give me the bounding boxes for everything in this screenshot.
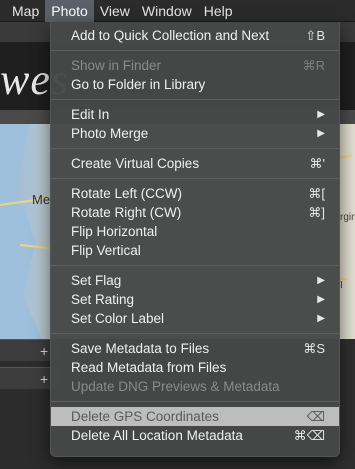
menu-item-flip-vertical[interactable]: Flip Vertical	[51, 241, 339, 260]
plus-icon[interactable]: +	[40, 340, 48, 362]
menu-separator	[51, 333, 339, 334]
menu-item-label: Set Flag	[71, 273, 122, 288]
menu-item-update-dng-previews: Update DNG Previews & Metadata	[51, 377, 339, 396]
submenu-arrow-icon: ▶	[317, 294, 325, 305]
menu-item-label: Edit In	[71, 107, 110, 122]
menu-item-save-metadata-to-files[interactable]: Save Metadata to Files ⌘S	[51, 339, 339, 358]
submenu-arrow-icon: ▶	[317, 109, 325, 120]
menu-item-delete-all-location-metadata[interactable]: Delete All Location Metadata ⌘⌫	[51, 426, 339, 445]
map-place-label: rgin	[340, 212, 355, 223]
menu-item-rotate-right[interactable]: Rotate Right (CW) ⌘]	[51, 203, 339, 222]
shortcut-label: ⌘R	[302, 58, 325, 73]
plus-icon[interactable]: +	[40, 368, 48, 390]
menu-item-label: Photo Merge	[71, 126, 149, 141]
photo-menu: Add to Quick Collection and Next ⇧B Show…	[50, 22, 340, 457]
menu-item-set-flag[interactable]: Set Flag ▶	[51, 271, 339, 290]
menubar-map[interactable]: Map	[0, 0, 45, 22]
menu-item-label: Save Metadata to Files	[71, 341, 210, 356]
menu-item-label: Read Metadata from Files	[71, 360, 227, 375]
menu-item-add-to-quick-collection-and-next[interactable]: Add to Quick Collection and Next ⇧B	[51, 26, 339, 45]
delete-key-icon: ⌫	[306, 409, 325, 424]
menu-bar: Map Photo View Window Help	[0, 0, 355, 22]
shortcut-label: ⌘[	[308, 186, 325, 201]
menu-separator	[51, 50, 339, 51]
menu-separator	[51, 265, 339, 266]
menu-item-go-to-folder-in-library[interactable]: Go to Folder in Library	[51, 75, 339, 94]
menu-item-label: Show in Finder	[71, 58, 162, 73]
menu-item-label: Flip Vertical	[71, 243, 141, 258]
menu-item-photo-merge[interactable]: Photo Merge ▶	[51, 124, 339, 143]
menubar-help[interactable]: Help	[198, 0, 239, 22]
menu-separator	[51, 99, 339, 100]
menu-separator	[51, 178, 339, 179]
menu-item-label: Flip Horizontal	[71, 224, 158, 239]
map-place-label: Me	[32, 192, 51, 207]
shortcut-label: ⌘⌫	[293, 428, 325, 443]
map-place-label: I	[340, 280, 343, 291]
menu-item-show-in-finder: Show in Finder ⌘R	[51, 56, 339, 75]
menu-item-read-metadata-from-files[interactable]: Read Metadata from Files	[51, 358, 339, 377]
menubar-photo[interactable]: Photo	[45, 0, 94, 22]
menu-item-label: Rotate Left (CCW)	[71, 186, 183, 201]
menu-item-delete-gps-coordinates[interactable]: Delete GPS Coordinates ⌫	[51, 407, 339, 426]
menu-item-label: Go to Folder in Library	[71, 77, 206, 92]
shortcut-label: ⌘S	[303, 341, 325, 356]
menu-item-flip-horizontal[interactable]: Flip Horizontal	[51, 222, 339, 241]
menu-item-label: Add to Quick Collection and Next	[71, 28, 270, 43]
menu-separator	[51, 148, 339, 149]
submenu-arrow-icon: ▶	[317, 275, 325, 286]
submenu-arrow-icon: ▶	[317, 313, 325, 324]
menu-item-label: Set Rating	[71, 292, 135, 307]
shortcut-label: ⇧B	[305, 28, 325, 43]
menubar-view[interactable]: View	[94, 0, 136, 22]
menu-item-label: Set Color Label	[71, 311, 165, 326]
menu-item-create-virtual-copies[interactable]: Create Virtual Copies ⌘'	[51, 154, 339, 173]
submenu-arrow-icon: ▶	[317, 128, 325, 139]
menu-item-label: Create Virtual Copies	[71, 156, 200, 171]
menu-item-label: Update DNG Previews & Metadata	[71, 379, 280, 394]
menu-separator	[51, 401, 339, 402]
menu-item-label: Delete All Location Metadata	[71, 428, 243, 443]
menu-item-edit-in[interactable]: Edit In ▶	[51, 105, 339, 124]
menu-item-label: Rotate Right (CW)	[71, 205, 182, 220]
map-coastline	[0, 124, 42, 339]
menu-item-rotate-left[interactable]: Rotate Left (CCW) ⌘[	[51, 184, 339, 203]
menu-item-label: Delete GPS Coordinates	[71, 409, 219, 424]
shortcut-label: ⌘'	[309, 156, 325, 171]
menu-item-set-rating[interactable]: Set Rating ▶	[51, 290, 339, 309]
menu-item-set-color-label[interactable]: Set Color Label ▶	[51, 309, 339, 328]
shortcut-label: ⌘]	[308, 205, 325, 220]
menubar-window[interactable]: Window	[136, 0, 198, 22]
